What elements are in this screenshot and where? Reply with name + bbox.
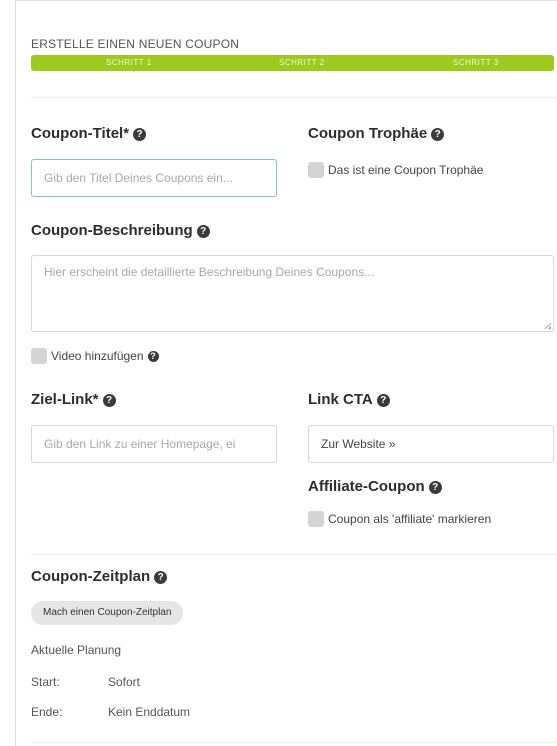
trophy-checkbox[interactable] bbox=[308, 162, 324, 178]
trophy-checkbox-label: Das ist eine Coupon Trophäe bbox=[328, 163, 484, 177]
step-3-label[interactable]: SCHRITT 3 bbox=[453, 58, 499, 67]
help-icon[interactable]: ? bbox=[147, 350, 159, 362]
schedule-title: Coupon-Zeitplan? bbox=[31, 568, 168, 585]
coupon-description-textarea[interactable] bbox=[31, 255, 554, 332]
link-cta-label: Link CTA? bbox=[308, 391, 390, 408]
affiliate-coupon-label: Affiliate-Coupon? bbox=[308, 478, 442, 495]
video-checkbox-label: Video hinzufügen bbox=[51, 349, 144, 363]
section-divider bbox=[31, 554, 557, 555]
form-title: ERSTELLE EINEN NEUEN COUPON bbox=[31, 37, 240, 51]
start-label: Start: bbox=[31, 675, 60, 689]
link-cta-input[interactable] bbox=[308, 425, 554, 463]
coupon-trophy-label-text: Coupon Trophäe bbox=[308, 125, 428, 142]
current-schedule-label: Aktuelle Planung bbox=[31, 643, 122, 657]
video-checkbox[interactable] bbox=[31, 348, 47, 364]
schedule-title-text: Coupon-Zeitplan bbox=[31, 568, 151, 585]
help-icon[interactable]: ? bbox=[154, 571, 168, 584]
help-icon[interactable]: ? bbox=[376, 394, 390, 407]
affiliate-coupon-label-text: Affiliate-Coupon bbox=[308, 478, 425, 495]
step-progress-bar: SCHRITT 1 SCHRITT 2 SCHRITT 3 bbox=[31, 55, 554, 71]
affiliate-checkbox[interactable] bbox=[308, 511, 324, 527]
coupon-description-label-text: Coupon-Beschreibung bbox=[31, 222, 193, 239]
coupon-form-panel: ERSTELLE EINEN NEUEN COUPON SCHRITT 1 SC… bbox=[15, 0, 557, 746]
target-link-input[interactable] bbox=[31, 425, 277, 463]
coupon-trophy-label: Coupon Trophäe? bbox=[308, 125, 445, 142]
bottom-divider bbox=[31, 742, 557, 743]
end-label: Ende: bbox=[31, 705, 63, 719]
affiliate-checkbox-label: Coupon als 'affiliate' markieren bbox=[328, 512, 492, 526]
coupon-title-label: Coupon-Titel*? bbox=[31, 125, 147, 142]
affiliate-checkbox-row[interactable]: Coupon als 'affiliate' markieren bbox=[308, 511, 491, 527]
end-value: Kein Enddatum bbox=[108, 705, 191, 719]
link-cta-label-text: Link CTA bbox=[308, 391, 373, 408]
target-link-label: Ziel-Link*? bbox=[31, 391, 116, 408]
coupon-description-label: Coupon-Beschreibung? bbox=[31, 222, 210, 239]
create-schedule-button[interactable]: Mach einen Coupon-Zeitplan bbox=[31, 601, 184, 625]
help-icon[interactable]: ? bbox=[196, 225, 210, 238]
video-checkbox-row[interactable]: Video hinzufügen ? bbox=[31, 348, 159, 364]
help-icon[interactable]: ? bbox=[431, 128, 445, 141]
target-link-label-text: Ziel-Link* bbox=[31, 391, 99, 408]
help-icon[interactable]: ? bbox=[133, 128, 147, 141]
description-wrapper bbox=[31, 255, 554, 332]
coupon-title-input[interactable] bbox=[31, 159, 277, 197]
help-icon[interactable]: ? bbox=[102, 394, 116, 407]
resize-grip-icon[interactable] bbox=[545, 323, 551, 329]
start-value: Sofort bbox=[108, 675, 141, 689]
help-icon[interactable]: ? bbox=[428, 481, 442, 494]
header-divider bbox=[31, 97, 557, 98]
step-1-label[interactable]: SCHRITT 1 bbox=[106, 58, 152, 67]
coupon-title-label-text: Coupon-Titel* bbox=[31, 125, 130, 142]
step-2-label[interactable]: SCHRITT 2 bbox=[279, 58, 325, 67]
trophy-checkbox-row[interactable]: Das ist eine Coupon Trophäe bbox=[308, 162, 483, 178]
